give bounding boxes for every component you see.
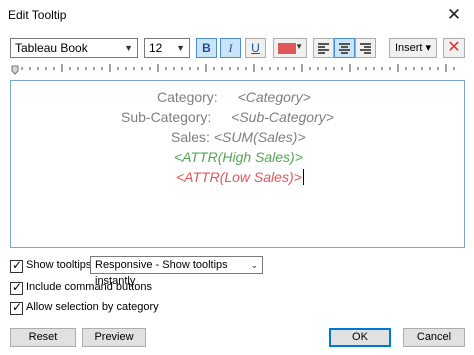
field-label: Sub-Category: bbox=[121, 109, 212, 125]
field-label: Category: bbox=[157, 89, 218, 105]
preview-button[interactable]: Preview bbox=[82, 328, 146, 347]
field-token: <Sub-Category> bbox=[231, 109, 334, 125]
format-toolbar: Tableau Book ▼ 12 ▼ B I U ▼ Insert ▾ ✕ bbox=[0, 36, 474, 60]
title-bar: Edit Tooltip ✕ bbox=[0, 0, 474, 31]
text-color-button[interactable]: ▼ bbox=[273, 38, 307, 58]
italic-button[interactable]: I bbox=[220, 38, 241, 58]
align-right-icon bbox=[360, 43, 371, 54]
field-token: <Category> bbox=[237, 89, 311, 105]
color-swatch bbox=[278, 43, 296, 54]
text-cursor bbox=[302, 169, 304, 185]
align-left-icon bbox=[318, 43, 329, 54]
show-tooltips-checkbox[interactable] bbox=[10, 258, 23, 273]
cancel-button[interactable]: Cancel bbox=[403, 328, 465, 347]
chevron-down-icon: ▼ bbox=[176, 43, 185, 53]
editor-line: Sales: <SUM(Sales)> bbox=[171, 129, 306, 145]
align-right-button[interactable] bbox=[355, 38, 376, 58]
allow-selection-label: Allow selection by category bbox=[26, 301, 159, 313]
font-size-select[interactable]: 12 ▼ bbox=[144, 38, 190, 58]
field-token: <ATTR(High Sales)> bbox=[174, 149, 303, 165]
include-command-buttons-checkbox[interactable] bbox=[10, 280, 23, 295]
bold-button[interactable]: B bbox=[196, 38, 217, 58]
font-size-value: 12 bbox=[149, 41, 163, 55]
chevron-down-icon: ▼ bbox=[124, 43, 133, 53]
align-center-icon bbox=[339, 43, 350, 54]
delete-icon[interactable]: ✕ bbox=[443, 38, 465, 58]
reset-button[interactable]: Reset bbox=[10, 328, 76, 347]
align-left-button[interactable] bbox=[313, 38, 334, 58]
include-command-buttons-label: Include command buttons bbox=[26, 281, 152, 293]
show-tooltips-label: Show tooltips bbox=[26, 259, 92, 271]
ok-button[interactable]: OK bbox=[329, 328, 391, 347]
editor-line: Sub-Category: <Sub-Category> bbox=[121, 109, 334, 125]
close-icon[interactable]: ✕ bbox=[442, 3, 466, 27]
field-token: <ATTR(Low Sales)> bbox=[176, 169, 302, 185]
underline-button[interactable]: U bbox=[245, 38, 266, 58]
editor-line: <ATTR(High Sales)> bbox=[174, 149, 303, 165]
editor-line: <ATTR(Low Sales)> bbox=[176, 169, 304, 185]
ruler[interactable] bbox=[10, 62, 465, 76]
tooltip-mode-select[interactable]: Responsive - Show tooltips instantly ⌄ bbox=[90, 256, 263, 287]
font-family-value: Tableau Book bbox=[15, 41, 88, 55]
chevron-down-icon: ▼ bbox=[295, 42, 303, 51]
field-label: Sales: bbox=[171, 129, 210, 145]
font-family-select[interactable]: Tableau Book ▼ bbox=[10, 38, 138, 58]
align-center-button[interactable] bbox=[334, 38, 355, 58]
indent-marker-icon[interactable] bbox=[11, 65, 19, 75]
chevron-down-icon: ⌄ bbox=[250, 260, 258, 270]
tooltip-editor[interactable]: Category: <Category> Sub-Category: <Sub-… bbox=[10, 80, 465, 248]
editor-line: Category: <Category> bbox=[157, 89, 311, 105]
window-title: Edit Tooltip bbox=[8, 8, 67, 22]
field-token: <SUM(Sales)> bbox=[213, 129, 306, 145]
insert-button[interactable]: Insert ▾ bbox=[389, 38, 437, 58]
allow-selection-checkbox[interactable] bbox=[10, 300, 23, 315]
